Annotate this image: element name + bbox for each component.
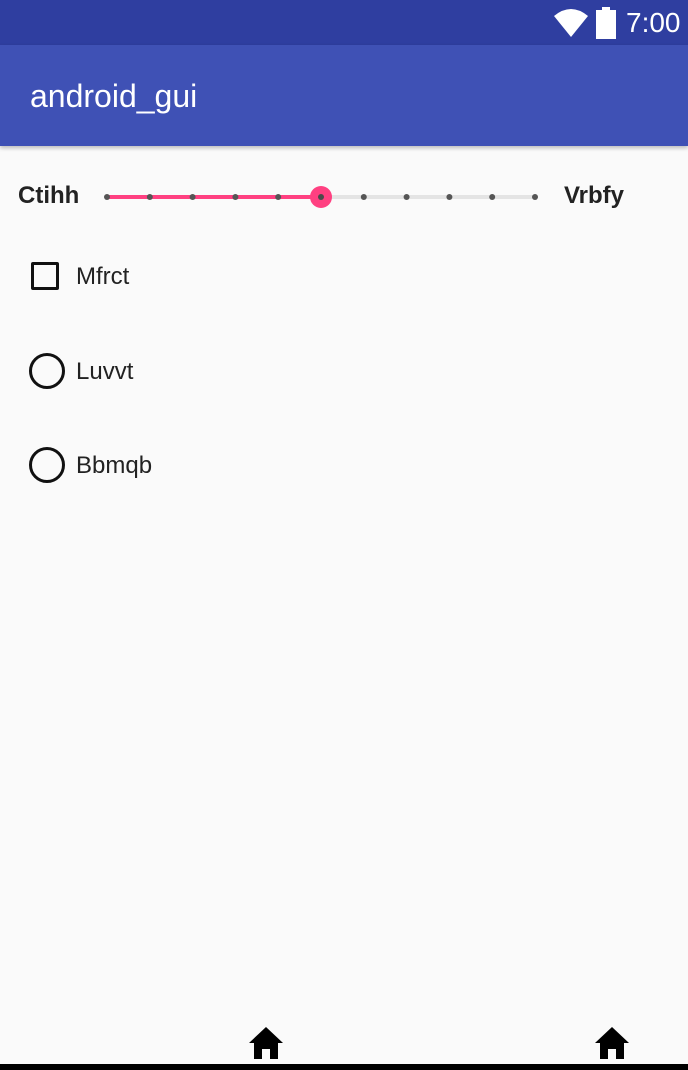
bottom-edge xyxy=(0,1064,688,1070)
slider-right-label: Vrbfy xyxy=(564,182,625,209)
discrete-slider[interactable] xyxy=(96,180,552,214)
app-bar: android_gui xyxy=(0,45,688,146)
checkbox[interactable] xyxy=(31,262,59,290)
home-icon[interactable] xyxy=(248,1026,284,1060)
slider-tick xyxy=(275,194,282,200)
battery-icon xyxy=(596,7,616,39)
checkbox-label: Mfrct xyxy=(76,263,130,290)
status-time: 7:00 xyxy=(626,7,681,38)
slider-tick xyxy=(403,194,410,200)
radio-label: Luvvt xyxy=(76,358,134,385)
slider-tick xyxy=(489,194,496,200)
radio-button[interactable] xyxy=(29,353,65,389)
slider-tick xyxy=(446,194,453,200)
home-icon[interactable] xyxy=(594,1026,630,1060)
wifi-icon xyxy=(554,9,588,37)
slider-tick xyxy=(104,194,110,200)
slider-tick xyxy=(532,194,538,200)
status-bar: 7:00 xyxy=(0,0,688,45)
slider-tick xyxy=(189,194,196,200)
radio-button[interactable] xyxy=(29,447,65,483)
slider-tick xyxy=(146,194,153,200)
slider-left-label: Ctihh xyxy=(18,182,80,209)
app-title: android_gui xyxy=(30,78,198,114)
slider-thumb-tick xyxy=(318,194,324,200)
radio-label: Bbmqb xyxy=(76,452,153,479)
slider-tick xyxy=(232,194,239,200)
slider-tick xyxy=(360,194,367,200)
